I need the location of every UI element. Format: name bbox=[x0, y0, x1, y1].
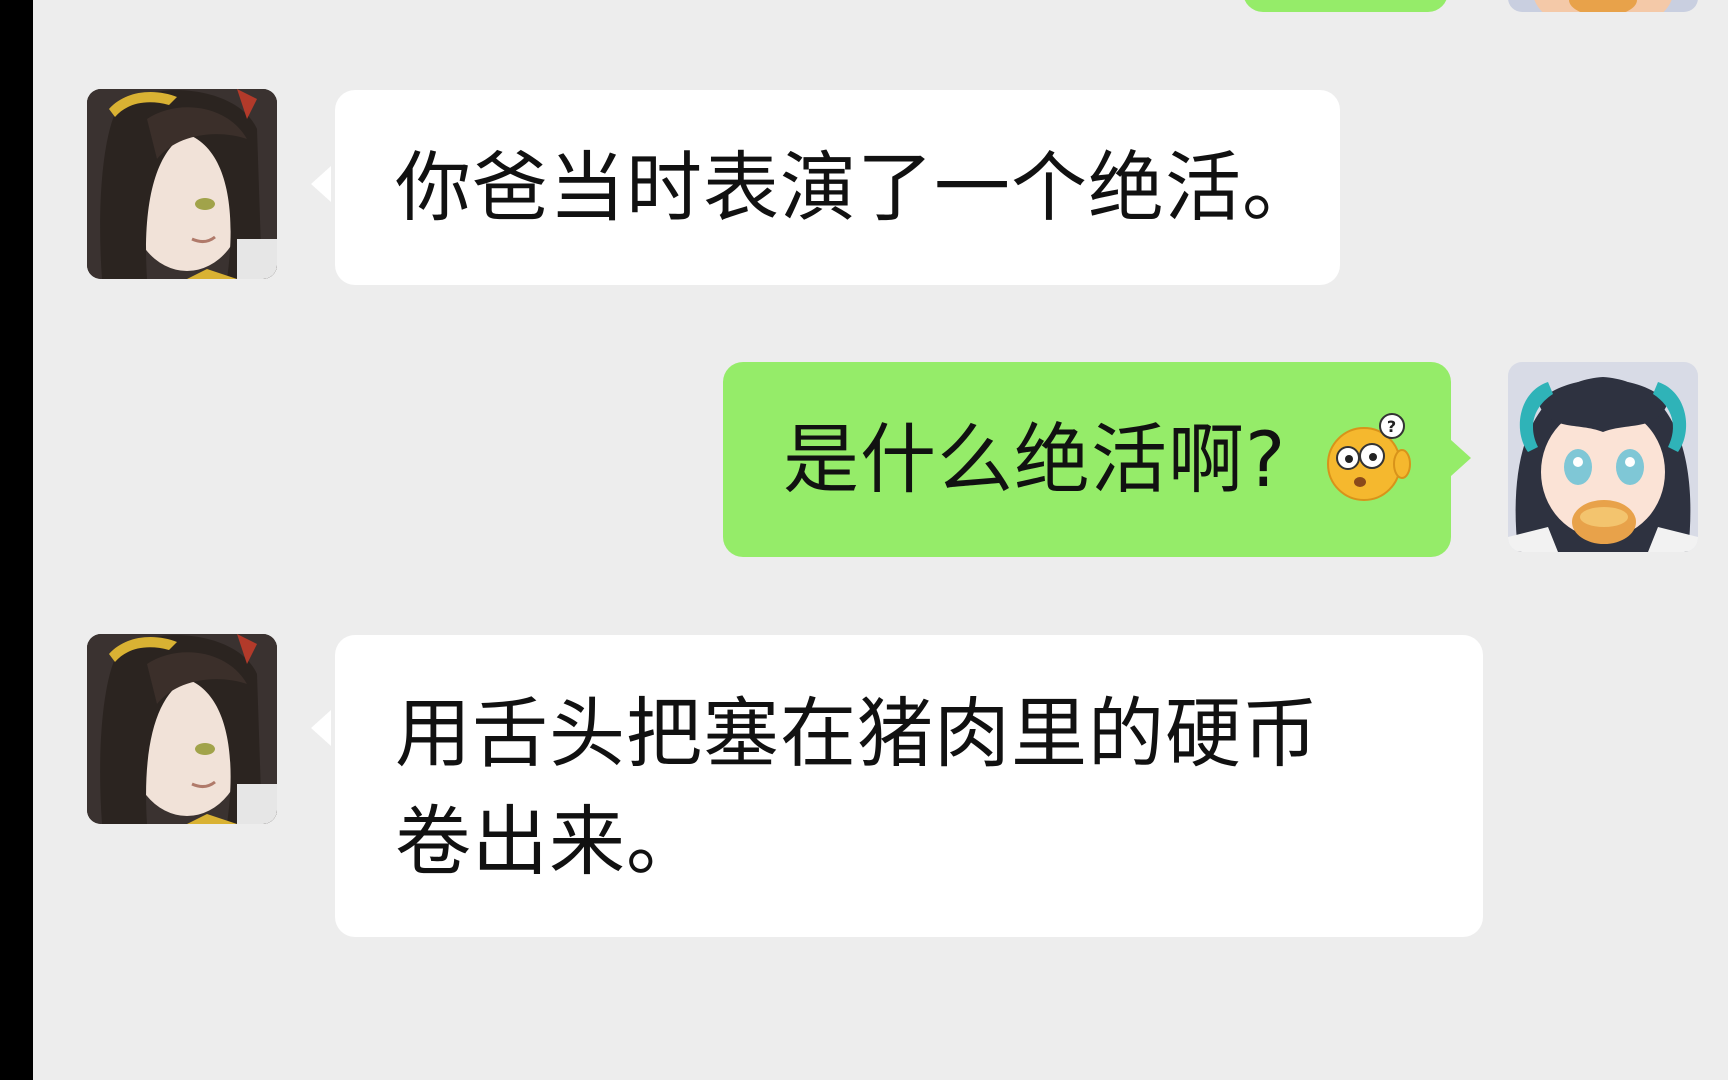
message-text: 用舌头把塞在猪肉里的硬币卷出来。 bbox=[395, 689, 1319, 886]
avatar-image bbox=[87, 89, 277, 279]
svg-text:?: ? bbox=[1387, 417, 1397, 436]
bubble-tail bbox=[311, 710, 331, 746]
my-avatar-partial[interactable] bbox=[1508, 0, 1698, 12]
avatar-image bbox=[1508, 0, 1698, 12]
message-text: 你爸当时表演了一个绝活。 bbox=[395, 143, 1319, 232]
bubble-tail bbox=[1451, 440, 1471, 476]
previous-message-bubble[interactable] bbox=[1243, 0, 1448, 12]
message-bubble-incoming[interactable]: 用舌头把塞在猪肉里的硬币卷出来。 bbox=[335, 635, 1483, 937]
message-bubble-outgoing[interactable]: 是什么绝活啊? ? bbox=[723, 362, 1451, 557]
contact-avatar[interactable] bbox=[87, 634, 277, 824]
chat-message-list[interactable]: 你爸当时表演了一个绝活。 是什么绝活啊? ? 用舌头把塞在猪肉里的硬币卷出来。 bbox=[33, 0, 1728, 1080]
contact-avatar[interactable] bbox=[87, 89, 277, 279]
my-avatar[interactable] bbox=[1508, 362, 1698, 552]
message-text: 是什么绝活啊? bbox=[783, 415, 1287, 504]
confused-question-emoji: ? bbox=[1327, 413, 1412, 501]
chat-screen: 你爸当时表演了一个绝活。 是什么绝活啊? ? 用舌头把塞在猪肉里的硬币卷出来。 bbox=[0, 0, 1728, 1080]
message-bubble-incoming[interactable]: 你爸当时表演了一个绝活。 bbox=[335, 90, 1340, 285]
avatar-image bbox=[1508, 362, 1698, 552]
bubble-tail bbox=[311, 166, 331, 202]
avatar-image bbox=[87, 634, 277, 824]
